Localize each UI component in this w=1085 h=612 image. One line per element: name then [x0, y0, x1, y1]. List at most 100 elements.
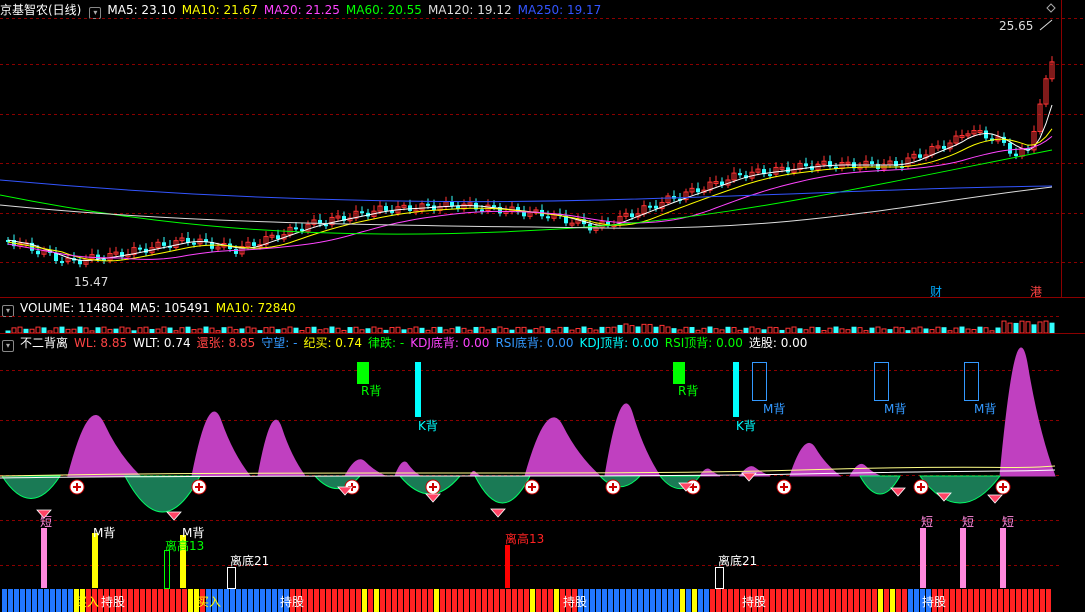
- status-strip-cell: [1004, 589, 1009, 612]
- plus-circle-icon: [776, 479, 792, 495]
- status-strip-cell: [686, 589, 691, 612]
- xuangu-label: 选股: 0.00: [748, 336, 808, 350]
- status-strip-cell: [956, 589, 961, 612]
- oscillator-area: [67, 415, 142, 477]
- status-strip-cell: [1010, 589, 1015, 612]
- candle-body: [984, 130, 988, 139]
- status-strip-cell: [1028, 589, 1033, 612]
- volume-bar: [1043, 320, 1049, 334]
- status-strip-cell: [320, 589, 325, 612]
- status-strip-cell: [356, 589, 361, 612]
- status-strip-cell: [890, 589, 895, 612]
- divergence-bar: [673, 362, 685, 384]
- plus-circle-icon: [605, 479, 621, 495]
- plus-circle-icon: [425, 479, 441, 495]
- pane-divider-2[interactable]: [0, 333, 1085, 334]
- pane-divider[interactable]: [0, 297, 1085, 298]
- status-strip-cell: [176, 589, 181, 612]
- status-strip-cell: [266, 589, 271, 612]
- volume-ma5-label: MA5: 105491: [129, 301, 210, 315]
- status-strip-cell: [854, 589, 859, 612]
- plus-circle-icon: [780, 483, 788, 491]
- candle-body: [480, 209, 484, 212]
- plus-circle-icon: [913, 479, 929, 495]
- status-strip-cell: [314, 589, 319, 612]
- candle-body: [138, 247, 142, 250]
- candle-body: [360, 211, 364, 214]
- status-strip-cell: [626, 589, 631, 612]
- status-strip-cell: [404, 589, 409, 612]
- stock-chart-window: { "main_pane": { "title": "京基智农(日线)", "m…: [0, 0, 1085, 612]
- ma20-line: [7, 136, 1053, 260]
- status-strip-cell: [1034, 589, 1039, 612]
- volume-bar: [1001, 320, 1007, 334]
- signal-bar: [505, 545, 510, 588]
- candle-body: [384, 206, 388, 211]
- status-strip-cell: [1022, 589, 1027, 612]
- status-strip-cell: [512, 589, 517, 612]
- candle-body: [1014, 153, 1018, 157]
- status-strip-cell: [254, 589, 259, 612]
- status-strip-cell: [50, 589, 55, 612]
- oscillator-area: [191, 411, 252, 477]
- k-bei-tag-2: K背: [736, 419, 756, 433]
- status-strip-cell: [1040, 589, 1045, 612]
- status-strip-cell: [482, 589, 487, 612]
- status-strip-cell: [734, 589, 739, 612]
- status-strip-cell: [590, 589, 595, 612]
- status-strip-cell: [26, 589, 31, 612]
- status-strip-cell: [998, 589, 1003, 612]
- price-chart[interactable]: [0, 0, 1085, 298]
- li-gao-tag-2: 离高13: [505, 532, 545, 546]
- warning-gem-icon: [987, 494, 1003, 504]
- warning-gem-icon: [678, 482, 694, 492]
- candle-body: [78, 260, 82, 265]
- indicator-settings-icon[interactable]: ▾: [2, 340, 14, 352]
- status-strip-cell: [536, 589, 541, 612]
- status-strip-cell: [698, 589, 703, 612]
- volume-bar: [629, 325, 635, 334]
- status-strip-cell: [860, 589, 865, 612]
- status-strip-cell: [542, 589, 547, 612]
- status-strip-cell: [824, 589, 829, 612]
- status-strip-cell: [632, 589, 637, 612]
- ma10-line: [7, 128, 1053, 262]
- candle-body: [546, 216, 550, 219]
- status-strip-cell: [530, 589, 535, 612]
- volume-settings-icon[interactable]: ▾: [2, 305, 14, 317]
- oscillator-area: [849, 463, 881, 477]
- m-bei-tag-4: M背: [93, 526, 116, 540]
- status-strip-cell: [614, 589, 619, 612]
- plus-circle-icon: [999, 483, 1007, 491]
- status-strip-cell: [554, 589, 559, 612]
- status-strip-cell: [500, 589, 505, 612]
- rsi-bottom-label: RSI底背: 0.00: [495, 336, 574, 350]
- status-strip-cell: [842, 589, 847, 612]
- signal-bar: [1000, 528, 1006, 588]
- status-strip-cell: [272, 589, 277, 612]
- candle-body: [648, 205, 652, 208]
- status-strip-cell: [794, 589, 799, 612]
- divergence-bar: [964, 362, 979, 401]
- chi-gu-tag-4: 持股: [742, 595, 767, 609]
- oscillator-area: [124, 475, 201, 513]
- status-strip-cell: [470, 589, 475, 612]
- volume-bar: [1013, 322, 1019, 334]
- volume-bar: [623, 323, 629, 334]
- plus-circle-icon: [73, 483, 81, 491]
- ma120-line: [0, 186, 1053, 229]
- status-strip-cell: [380, 589, 385, 612]
- k-bei-tag-1: K背: [418, 419, 438, 433]
- status-strip-cell: [962, 589, 967, 612]
- signal-bar: [960, 528, 966, 588]
- status-strip-cell: [224, 589, 229, 612]
- divergence-bar: [733, 362, 739, 417]
- candle-body: [918, 154, 922, 158]
- jimai-label: 纪买: 0.74: [303, 336, 363, 350]
- status-strip-cell: [170, 589, 175, 612]
- signal-line: [0, 469, 1056, 479]
- status-strip-cell: [428, 589, 433, 612]
- oscillator-area: [474, 475, 531, 504]
- status-strip-cell: [422, 589, 427, 612]
- volume-label: VOLUME: 114804: [20, 301, 124, 315]
